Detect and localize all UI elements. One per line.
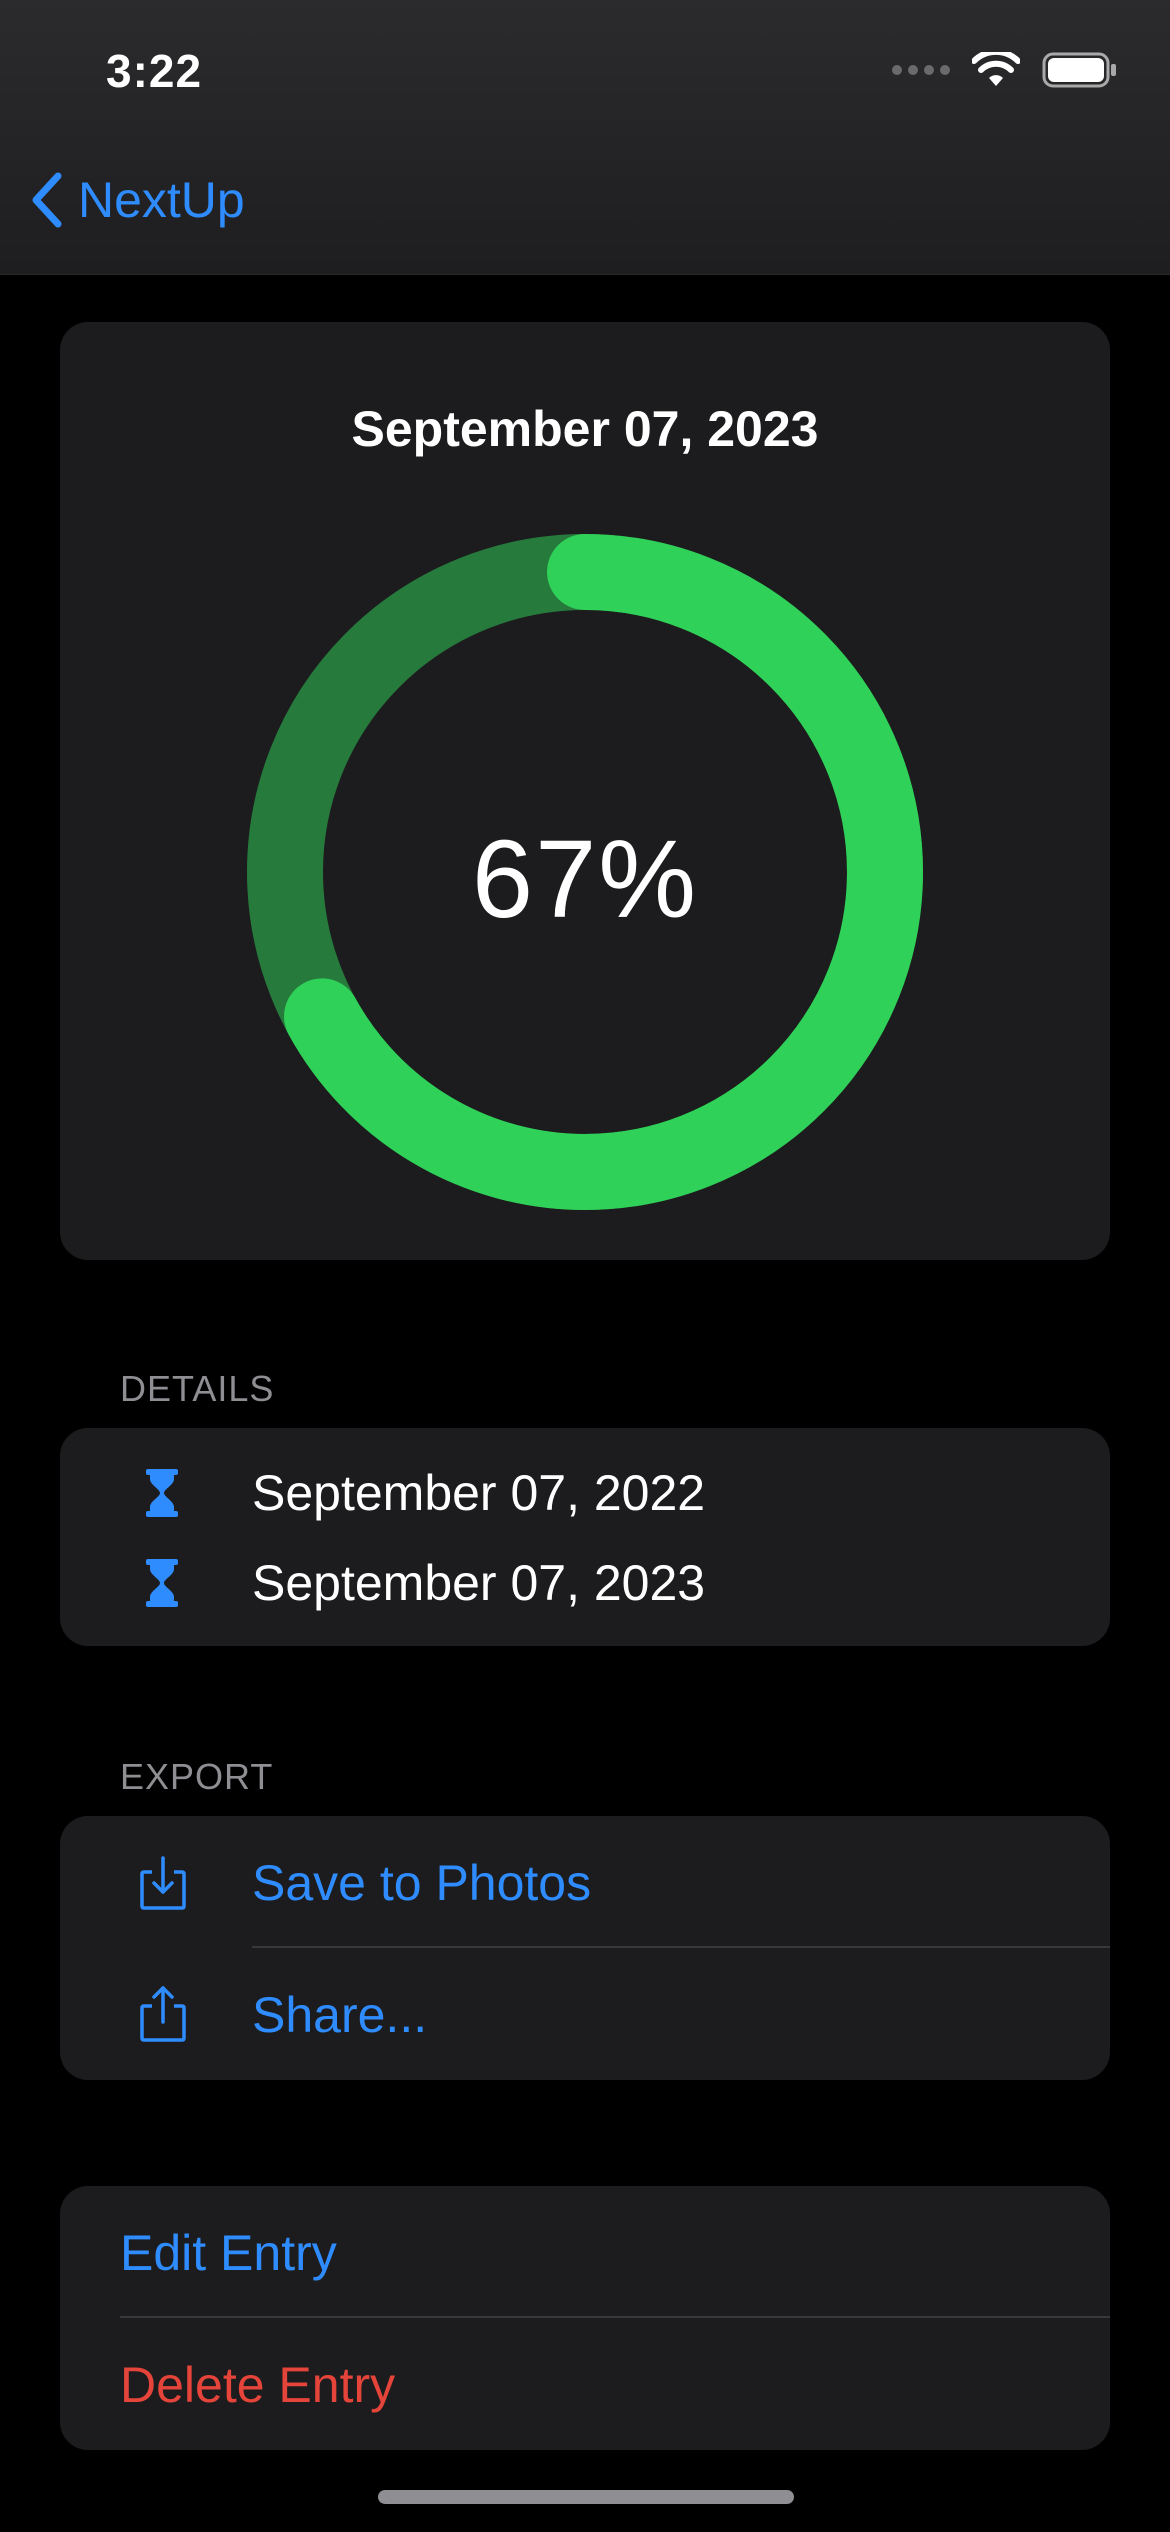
edit-entry-button[interactable]: Edit Entry: [60, 2186, 1110, 2318]
wifi-icon: [972, 52, 1020, 86]
progress-date: September 07, 2023: [351, 401, 819, 457]
export-card: Save to Photos Share...: [60, 1816, 1110, 2080]
detail-start-date: September 07, 2022: [252, 1465, 706, 1521]
details-card: September 07, 2022 September 07, 2023: [60, 1428, 1110, 1646]
progress-card: September 07, 2023 67%: [60, 322, 1110, 1260]
details-section-label: DETAILS: [120, 1368, 275, 1409]
cellular-signal-icon: [892, 65, 950, 75]
back-button-label: NextUp: [78, 172, 245, 228]
save-to-photos-icon: [140, 1856, 186, 1910]
share-button[interactable]: Share...: [60, 1948, 1110, 2080]
hourglass-icon: [144, 1557, 180, 1609]
detail-end-date: September 07, 2023: [252, 1555, 706, 1611]
progress-percent: 67%: [471, 818, 699, 941]
status-time: 3:22: [106, 45, 203, 97]
hourglass-icon: [144, 1467, 180, 1519]
save-to-photos-label: Save to Photos: [252, 1855, 592, 1911]
battery-icon: [1042, 52, 1116, 88]
chevron-left-icon: [32, 172, 62, 228]
save-to-photos-button[interactable]: Save to Photos: [60, 1816, 1110, 1948]
share-label: Share...: [252, 1987, 428, 2043]
delete-entry-button[interactable]: Delete Entry: [60, 2318, 1110, 2450]
status-icons: [892, 52, 1118, 88]
detail-row-start: September 07, 2022: [60, 1448, 1110, 1538]
export-section-label: EXPORT: [120, 1756, 274, 1797]
manage-card: Edit Entry Delete Entry: [60, 2186, 1110, 2450]
delete-entry-label: Delete Entry: [120, 2357, 396, 2413]
detail-row-end: September 07, 2023: [60, 1538, 1110, 1628]
back-button[interactable]: NextUp: [26, 170, 245, 230]
edit-entry-label: Edit Entry: [120, 2225, 337, 2281]
share-icon: [140, 1986, 186, 2042]
home-indicator[interactable]: [378, 2490, 794, 2504]
navigation-header: 3:22 NextUp: [0, 0, 1170, 275]
